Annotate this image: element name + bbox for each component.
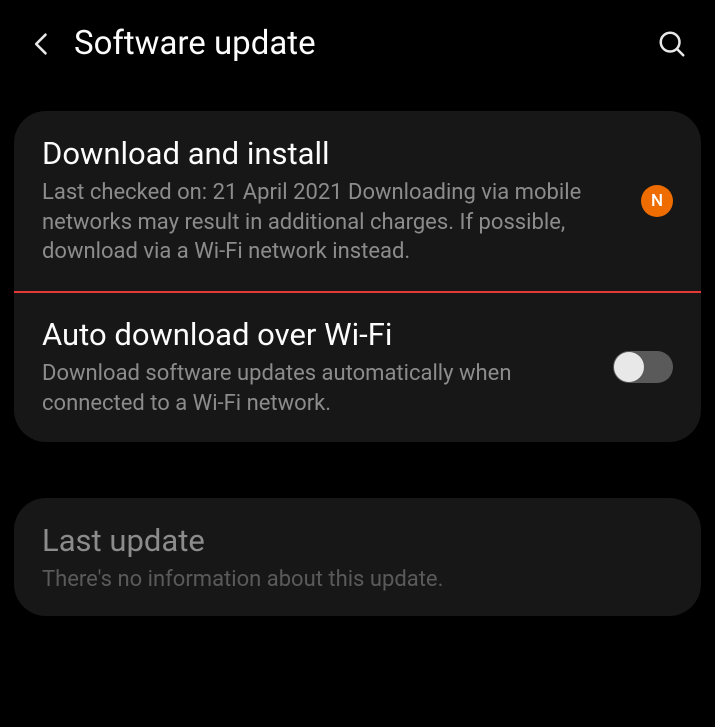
last-update-card: Last update There's no information about…: [14, 498, 701, 616]
search-icon[interactable]: [657, 29, 687, 59]
download-install-item[interactable]: Download and install Last checked on: 21…: [14, 111, 701, 291]
header: Software update: [0, 0, 715, 87]
back-icon[interactable]: [28, 30, 56, 58]
auto-download-toggle[interactable]: [613, 351, 673, 383]
auto-download-desc: Download software updates automatically …: [42, 359, 597, 418]
last-update-desc: There's no information about this update…: [42, 567, 673, 592]
last-update-title: Last update: [42, 522, 673, 559]
last-update-item[interactable]: Last update There's no information about…: [14, 498, 701, 616]
download-install-title: Download and install: [42, 135, 625, 172]
settings-card: Download and install Last checked on: 21…: [14, 111, 701, 442]
page-title: Software update: [74, 24, 639, 63]
auto-download-item[interactable]: Auto download over Wi-Fi Download softwa…: [14, 292, 701, 442]
last-update-content: Last update There's no information about…: [42, 522, 673, 592]
download-install-content: Download and install Last checked on: 21…: [42, 135, 625, 267]
download-install-highlight: Download and install Last checked on: 21…: [14, 111, 701, 293]
notification-badge: N: [641, 185, 673, 217]
auto-download-content: Auto download over Wi-Fi Download softwa…: [42, 316, 597, 418]
download-install-desc: Last checked on: 21 April 2021 Downloadi…: [42, 178, 625, 267]
toggle-knob: [614, 352, 644, 382]
auto-download-title: Auto download over Wi-Fi: [42, 316, 597, 353]
